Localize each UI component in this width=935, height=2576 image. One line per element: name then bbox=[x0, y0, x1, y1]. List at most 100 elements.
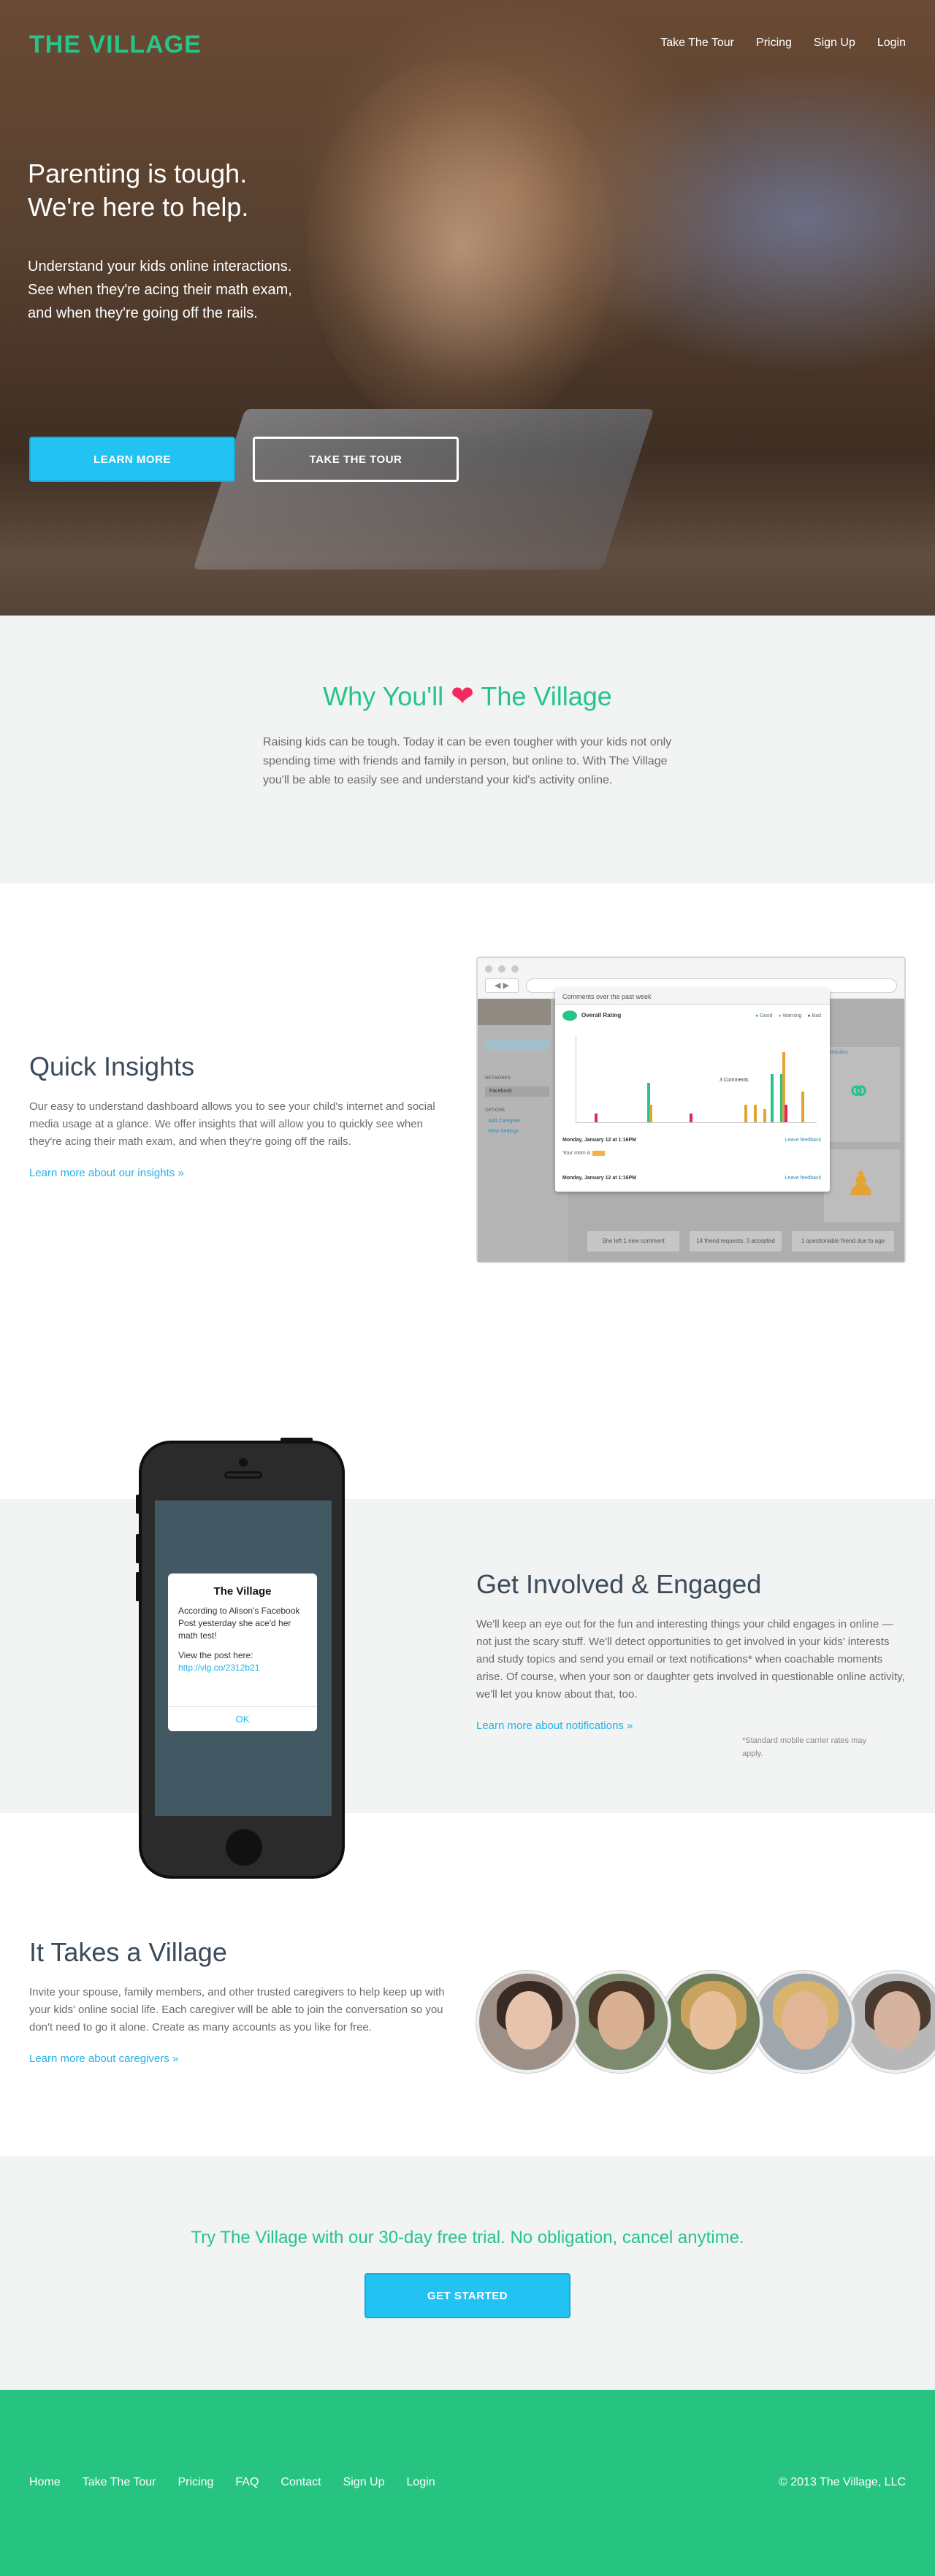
take-tour-button[interactable]: TAKE THE TOUR bbox=[253, 437, 459, 482]
insights-section: Quick Insights Our easy to understand da… bbox=[0, 883, 935, 1395]
sidebar-add-caregiver: Add Caregiver bbox=[488, 1119, 521, 1124]
hero-section: THE VILLAGE Take The Tour Pricing Sign U… bbox=[0, 0, 935, 616]
footer-take-tour[interactable]: Take The Tour bbox=[83, 2476, 156, 2489]
comments-modal: Comments over the past week Overall Rati… bbox=[555, 989, 830, 1192]
people-icon: ♟ bbox=[846, 1165, 877, 1203]
websites-tile: Websites ⚭ bbox=[824, 1047, 900, 1142]
dashboard-screenshot: ◀ ▶ NETWORKS Facebook OPTIONS Add Caregi… bbox=[476, 957, 906, 1263]
insights-link[interactable]: Learn more about our insights » bbox=[29, 1167, 184, 1179]
heart-icon: ❤ bbox=[451, 681, 474, 712]
legend-warning: ● Warning bbox=[778, 1013, 802, 1019]
phone-power-button bbox=[280, 1438, 313, 1442]
stat-friends: 14 friend requests, 3 accepted bbox=[690, 1231, 782, 1251]
leave-feedback-1[interactable]: Leave feedback bbox=[785, 1138, 821, 1143]
footer-pricing[interactable]: Pricing bbox=[178, 2476, 214, 2489]
village-copy: It Takes a Village Invite your spouse, f… bbox=[29, 1937, 453, 2066]
learn-more-button[interactable]: LEARN MORE bbox=[29, 437, 235, 482]
footer-links: Home Take The Tour Pricing FAQ Contact S… bbox=[29, 2476, 435, 2489]
alert-link[interactable]: http://vlg.co/2312b21 bbox=[178, 1663, 259, 1673]
post-text: Your mom is xxxxx bbox=[562, 1151, 606, 1156]
avatar-face bbox=[690, 1991, 736, 2050]
footer-sign-up[interactable]: Sign Up bbox=[343, 2476, 385, 2489]
nav-sign-up[interactable]: Sign Up bbox=[814, 37, 855, 50]
village-link[interactable]: Learn more about caregivers » bbox=[29, 2052, 178, 2065]
footer-login[interactable]: Login bbox=[406, 2476, 435, 2489]
insights-title: Quick Insights bbox=[29, 1051, 195, 1081]
hero-sub-line1: Understand your kids online interactions… bbox=[28, 258, 292, 275]
village-title: It Takes a Village bbox=[29, 1937, 227, 1967]
legend-good: ● Good bbox=[755, 1013, 773, 1019]
stat-questionable: 1 questionable friend due to age bbox=[792, 1231, 894, 1251]
logo[interactable]: THE VILLAGE bbox=[29, 31, 202, 59]
nav-login[interactable]: Login bbox=[877, 37, 906, 50]
mini-chart-bar-bad bbox=[690, 1113, 692, 1122]
get-started-button[interactable]: GET STARTED bbox=[365, 2273, 570, 2318]
sidebar-facebook: Facebook bbox=[485, 1086, 549, 1097]
modal-header: Comments over the past week bbox=[555, 989, 830, 1005]
alert-title: The Village bbox=[213, 1585, 272, 1598]
involved-copy: Get Involved & Engaged We'll keep an eye… bbox=[476, 1569, 906, 1733]
child-photo bbox=[478, 999, 551, 1025]
link-icon: ⚭ bbox=[846, 1074, 872, 1108]
phone-speaker bbox=[224, 1471, 262, 1479]
mini-chart-bar-warning bbox=[754, 1105, 757, 1122]
hero-subtitle: Understand your kids online interactions… bbox=[28, 255, 349, 325]
mini-chart-bar-bad bbox=[785, 1105, 787, 1122]
post-date-1: Monday, January 12 at 1:16PM bbox=[562, 1138, 637, 1143]
footer-faq[interactable]: FAQ bbox=[235, 2476, 259, 2489]
caregiver-avatar bbox=[844, 1971, 935, 2073]
top-nav: THE VILLAGE Take The Tour Pricing Sign U… bbox=[0, 0, 935, 88]
phone-camera bbox=[239, 1458, 248, 1467]
footer-contact[interactable]: Contact bbox=[280, 2476, 321, 2489]
why-title: Why You'll ❤ The Village bbox=[0, 680, 935, 713]
caregiver-avatar bbox=[568, 1971, 671, 2073]
alert-link-line: View the post here: http://vlg.co/2312b2… bbox=[178, 1650, 260, 1673]
post-date-2: Monday, January 12 at 1:16PM bbox=[562, 1176, 637, 1181]
hero-title-line2: We're here to help. bbox=[28, 192, 249, 222]
mini-chart-bar-warning bbox=[801, 1092, 804, 1122]
caregivers-tile: ♟ bbox=[824, 1149, 900, 1222]
hero-copy: Parenting is tough. We're here to help. … bbox=[28, 157, 408, 325]
legend-bad: ● Bad bbox=[807, 1013, 821, 1019]
leave-feedback-2[interactable]: Leave feedback bbox=[785, 1176, 821, 1181]
comments-count: 3 Comments bbox=[720, 1078, 749, 1083]
why-title-before: Why You'll bbox=[323, 681, 444, 711]
sidebar-options: OPTIONS bbox=[485, 1108, 505, 1113]
caregiver-avatar bbox=[752, 1971, 855, 2073]
alert-ok-button[interactable]: OK bbox=[168, 1706, 317, 1731]
stat-comments: She left 1 new comment bbox=[587, 1231, 679, 1251]
copyright: © 2013 The Village, LLC bbox=[779, 2476, 906, 2488]
avatar-face bbox=[782, 1991, 828, 2050]
involved-link[interactable]: Learn more about notifications » bbox=[476, 1720, 633, 1732]
sidebar-view-settings: View Settings bbox=[488, 1129, 519, 1134]
footer-home[interactable]: Home bbox=[29, 2476, 61, 2489]
mini-chart-bar-bad bbox=[595, 1113, 598, 1122]
mini-chart-bar-warning bbox=[649, 1105, 652, 1122]
nav-take-tour[interactable]: Take The Tour bbox=[660, 37, 734, 50]
village-section: It Takes a Village Invite your spouse, f… bbox=[0, 1813, 935, 2156]
phone-volume-up bbox=[136, 1534, 140, 1563]
involved-section: The Village According to Alison's Facebo… bbox=[0, 1438, 935, 1879]
sidebar-networks: NETWORKS bbox=[485, 1076, 511, 1081]
nav-pricing[interactable]: Pricing bbox=[756, 37, 792, 50]
speech-bubble-icon bbox=[562, 1011, 577, 1021]
phone-screen: The Village According to Alison's Facebo… bbox=[155, 1500, 332, 1816]
profile-pill bbox=[485, 1040, 549, 1050]
phone-mockup: The Village According to Alison's Facebo… bbox=[136, 1438, 345, 1879]
why-body: Raising kids can be tough. Today it can … bbox=[263, 736, 672, 786]
notification-alert: The Village According to Alison's Facebo… bbox=[168, 1573, 317, 1731]
village-body: Invite your spouse, family members, and … bbox=[29, 1986, 445, 2033]
phone-mute-switch bbox=[136, 1495, 140, 1514]
hero-sub-line2: See when they're acing their math exam, bbox=[28, 282, 292, 298]
insights-copy: Quick Insights Our easy to understand da… bbox=[29, 1051, 453, 1180]
dashboard-app: NETWORKS Facebook OPTIONS Add Caregiver … bbox=[478, 989, 904, 1262]
window-dots bbox=[485, 965, 519, 973]
websites-label: Websites bbox=[827, 1050, 848, 1055]
avatar-face bbox=[505, 1991, 552, 2050]
involved-title: Get Involved & Engaged bbox=[476, 1569, 762, 1599]
caregiver-avatar bbox=[660, 1971, 763, 2073]
phone-home-button bbox=[226, 1829, 262, 1866]
mini-chart-bar-good bbox=[771, 1074, 774, 1122]
caregiver-avatars bbox=[476, 1971, 935, 2073]
why-title-after: The Village bbox=[481, 681, 612, 711]
